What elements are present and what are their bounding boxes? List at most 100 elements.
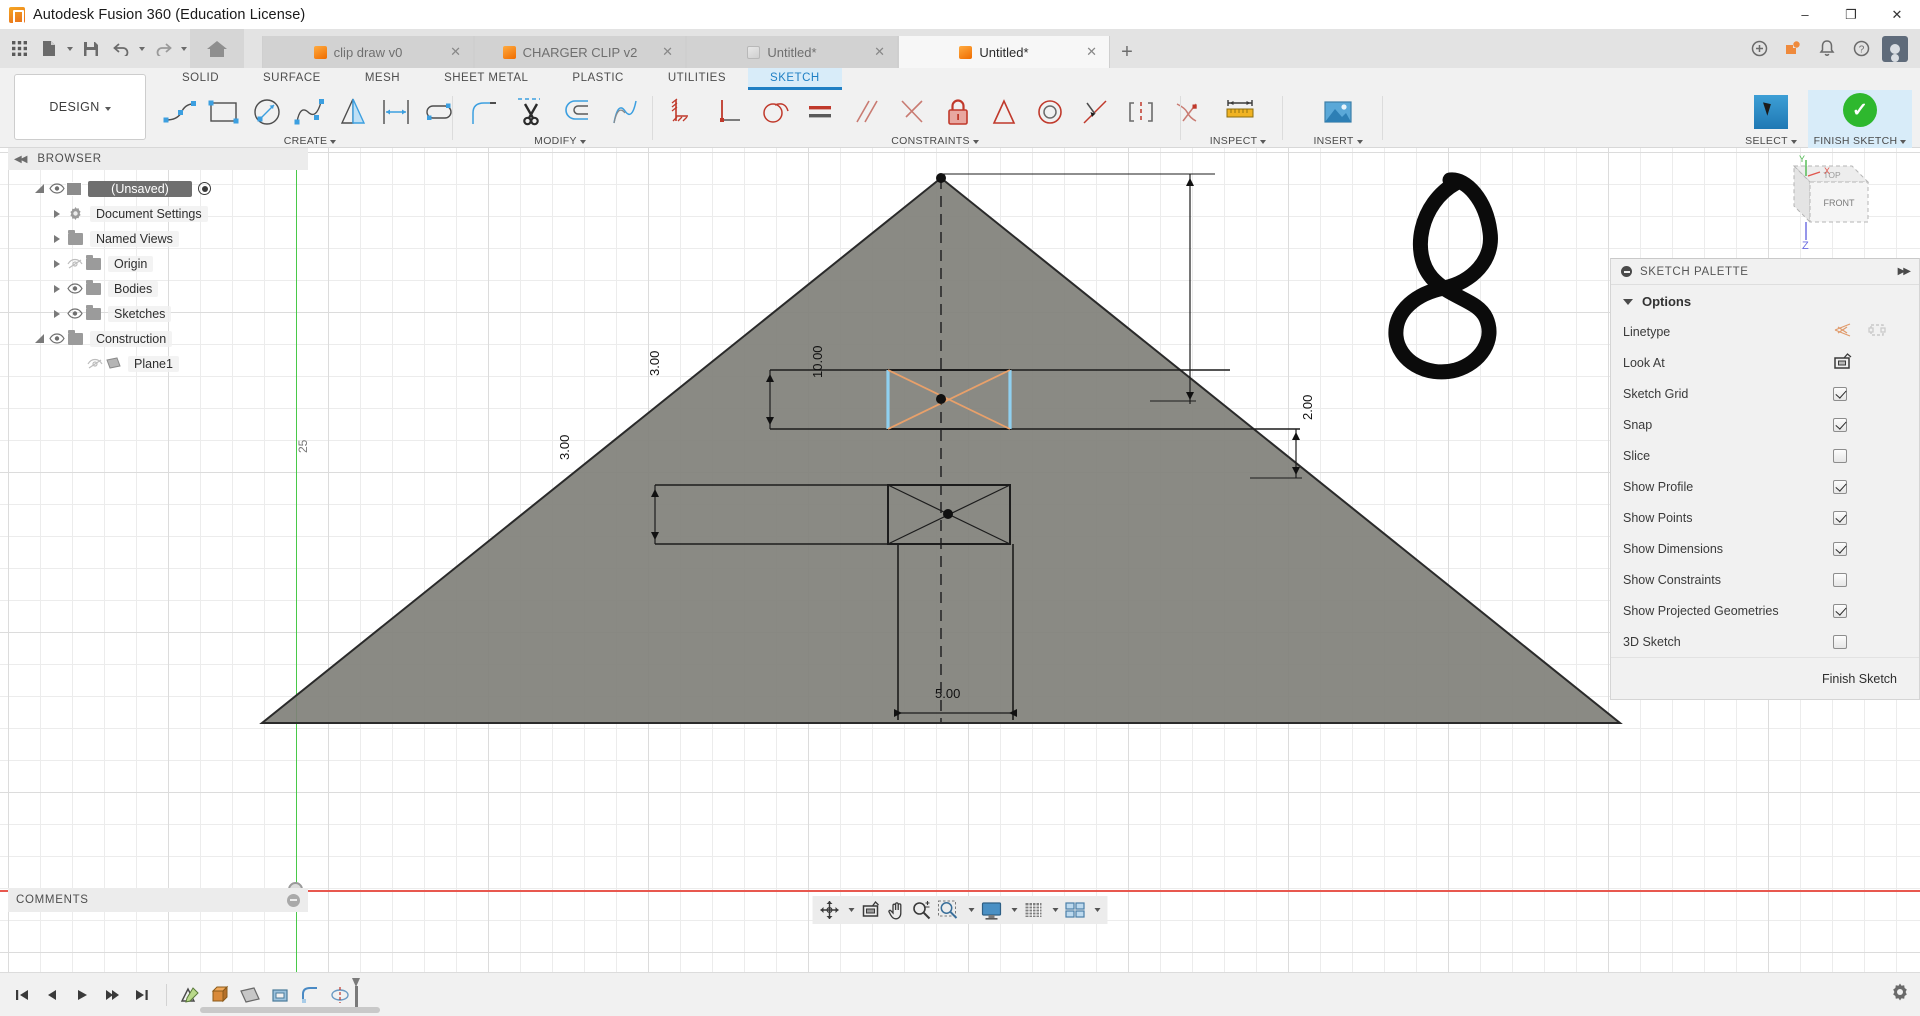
midpoint-constraint[interactable]	[1072, 90, 1118, 134]
undo-caret-icon[interactable]	[136, 33, 148, 65]
minimize-button[interactable]: –	[1782, 0, 1828, 29]
close-button[interactable]: ✕	[1874, 0, 1920, 29]
palette-row-show-constraints[interactable]: Show Constraints	[1611, 564, 1919, 595]
line-tool[interactable]	[160, 90, 203, 134]
step-forward-icon[interactable]	[98, 981, 126, 1009]
activate-component-radio[interactable]	[198, 182, 211, 195]
ribbon-group-label-constraints[interactable]: CONSTRAINTS	[660, 135, 1210, 147]
ribbon-group-label-insert[interactable]: INSERT	[1292, 135, 1384, 147]
expand-triangle-icon[interactable]	[30, 334, 48, 343]
help-extension-icon[interactable]	[1742, 29, 1776, 68]
timeline-feature-plane[interactable]	[237, 982, 263, 1008]
orbit-icon[interactable]	[817, 897, 843, 923]
ribbon-group-label-inspect[interactable]: INSPECT	[1190, 135, 1286, 147]
visibility-eye-off-icon[interactable]	[86, 358, 104, 370]
finish-sketch-button[interactable]: ✓ FINISH SKETCH	[1808, 90, 1912, 148]
grid-snap-icon[interactable]	[1021, 897, 1047, 923]
offset-distance-tool[interactable]	[374, 90, 417, 134]
tree-item-plane1[interactable]: Plane1	[8, 351, 308, 376]
zoom-window-caret-icon[interactable]	[963, 897, 978, 923]
visibility-eye-icon[interactable]	[66, 308, 84, 319]
show-profile-checkbox[interactable]	[1833, 480, 1847, 494]
zoom-icon[interactable]	[909, 897, 935, 923]
offset-tool[interactable]	[554, 90, 601, 134]
play-icon[interactable]	[68, 981, 96, 1009]
look-at-icon[interactable]	[1833, 353, 1853, 373]
show-projected-geometries-checkbox[interactable]	[1833, 604, 1847, 618]
doc-tab-untitled-2-active[interactable]: Untitled* ✕	[898, 36, 1110, 68]
timeline-scrollbar[interactable]	[200, 1007, 380, 1013]
step-back-icon[interactable]	[38, 981, 66, 1009]
spline-tool[interactable]	[289, 90, 332, 134]
expand-triangle-icon[interactable]	[30, 184, 48, 193]
tree-item-unsaved[interactable]: (Unsaved)	[8, 176, 308, 201]
display-settings-caret-icon[interactable]	[1006, 897, 1021, 923]
perpendicular-constraint[interactable]	[706, 90, 752, 134]
dimension-3-upper[interactable]: 3.00	[647, 351, 662, 376]
doc-tab-close-icon[interactable]: ✕	[662, 44, 673, 60]
doc-tab-clip-draw[interactable]: clip draw v0 ✕	[262, 36, 474, 68]
dimension-3-lower[interactable]: 3.00	[557, 435, 572, 460]
tree-item-bodies[interactable]: Bodies	[8, 276, 308, 301]
timeline-feature-extrude[interactable]	[207, 982, 233, 1008]
insert-image-tool[interactable]	[1310, 90, 1366, 134]
doc-tab-close-icon[interactable]: ✕	[450, 44, 461, 60]
visibility-eye-icon[interactable]	[48, 183, 66, 194]
pan-icon[interactable]	[884, 897, 909, 923]
new-document-tab-button[interactable]: +	[1110, 36, 1144, 68]
tree-item-named-views[interactable]: Named Views	[8, 226, 308, 251]
expand-triangle-icon[interactable]	[48, 235, 66, 243]
redo-caret-icon[interactable]	[178, 33, 190, 65]
concentric-constraint[interactable]	[1027, 90, 1073, 134]
workspace-selector[interactable]: DESIGN	[14, 74, 146, 140]
expand-triangle-icon[interactable]	[48, 310, 66, 318]
tree-item-origin[interactable]: Origin	[8, 251, 308, 276]
dimension-10[interactable]: 10.00	[810, 345, 825, 378]
curvature-comb-tool[interactable]	[601, 90, 648, 134]
collinear-constraint[interactable]	[1118, 90, 1164, 134]
equal-constraint[interactable]	[797, 90, 843, 134]
tree-item-sketches[interactable]: Sketches	[8, 301, 308, 326]
comments-collapse-icon[interactable]	[287, 894, 300, 907]
tree-item-construction[interactable]: Construction	[8, 326, 308, 351]
doc-tab-close-icon[interactable]: ✕	[874, 44, 885, 60]
palette-row-slice[interactable]: Slice	[1611, 440, 1919, 471]
palette-row-sketch-grid[interactable]: Sketch Grid	[1611, 378, 1919, 409]
tab-solid[interactable]: SOLID	[160, 68, 241, 90]
tree-item-document-settings[interactable]: Document Settings	[8, 201, 308, 226]
view-cube[interactable]: TOP FRONT Z Y X	[1764, 154, 1882, 254]
look-at-icon[interactable]	[858, 897, 884, 923]
new-file-icon[interactable]	[34, 33, 64, 65]
collapse-panel-icon[interactable]: ◀◀	[14, 154, 25, 165]
tab-plastic[interactable]: PLASTIC	[550, 68, 645, 90]
tab-mesh[interactable]: MESH	[343, 68, 422, 90]
snap-checkbox[interactable]	[1833, 418, 1847, 432]
zoom-window-icon[interactable]	[935, 897, 963, 923]
ribbon-group-label-create[interactable]: CREATE	[160, 135, 460, 147]
palette-row-show-points[interactable]: Show Points	[1611, 502, 1919, 533]
dimension-2[interactable]: 2.00	[1300, 395, 1315, 420]
extensions-icon[interactable]	[1776, 29, 1810, 68]
select-tool[interactable]: SELECT	[1740, 90, 1802, 148]
show-constraints-checkbox[interactable]	[1833, 573, 1847, 587]
palette-row-show-profile[interactable]: Show Profile	[1611, 471, 1919, 502]
expand-triangle-icon[interactable]	[48, 285, 66, 293]
palette-section-options[interactable]: Options	[1611, 285, 1919, 316]
doc-tab-close-icon[interactable]: ✕	[1086, 44, 1097, 60]
fix-ground-constraint[interactable]	[660, 90, 706, 134]
dimension-5[interactable]: 5.00	[935, 686, 960, 701]
visibility-eye-off-icon[interactable]	[66, 258, 84, 270]
comments-bar[interactable]: COMMENTS	[8, 888, 308, 912]
doc-tab-untitled-1[interactable]: Untitled* ✕	[686, 36, 898, 68]
redo-icon[interactable]	[148, 33, 178, 65]
visibility-eye-icon[interactable]	[66, 283, 84, 294]
sketch-canvas[interactable]: 25	[0, 148, 1920, 1016]
ribbon-group-label-select[interactable]: SELECT	[1740, 135, 1802, 147]
minimize-palette-icon[interactable]	[1621, 266, 1632, 277]
viewports-icon[interactable]	[1062, 897, 1089, 923]
notifications-bell-icon[interactable]	[1810, 29, 1844, 68]
linked-geometry-icon[interactable]	[1868, 322, 1886, 341]
expand-triangle-icon[interactable]	[48, 260, 66, 268]
go-to-end-icon[interactable]	[128, 981, 156, 1009]
trim-tool[interactable]	[507, 90, 554, 134]
